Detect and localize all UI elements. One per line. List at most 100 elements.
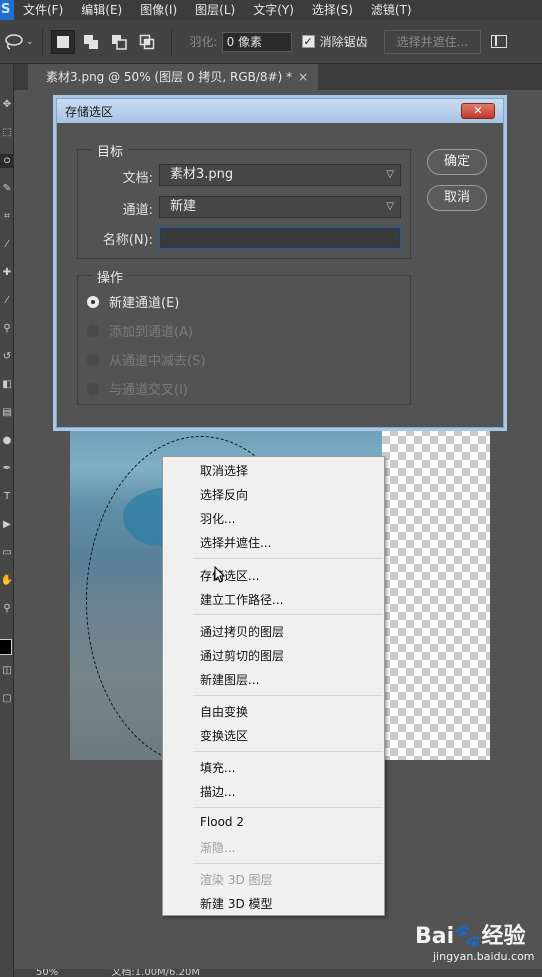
zoom-level: 50% xyxy=(36,969,59,977)
menu-item-layer-via-copy[interactable]: 通过拷贝的图层 xyxy=(200,623,284,640)
menu-image[interactable]: 图像(I) xyxy=(131,0,186,20)
name-input[interactable] xyxy=(159,227,401,249)
operation-group-title: 操作 xyxy=(92,267,129,286)
menu-item-fill[interactable]: 填充... xyxy=(200,759,235,776)
lasso-icon[interactable] xyxy=(4,31,24,53)
menu-item-fade: 渐隐... xyxy=(200,841,236,855)
baidu-jingyan-watermark: Bai🐾经验 jingyan.baidu.com xyxy=(415,918,535,970)
quick-mask-icon[interactable]: ◫ xyxy=(0,664,14,678)
menu-item-new-3d-model[interactable]: 新建 3D 模型 xyxy=(200,895,273,912)
menu-edit[interactable]: 编辑(E) xyxy=(72,0,131,20)
panel-icon[interactable] xyxy=(491,35,508,48)
pen-tool-icon[interactable]: ✒ xyxy=(0,462,14,476)
antialias-checkbox[interactable]: ✓ xyxy=(301,35,315,48)
cancel-button[interactable]: 取消 xyxy=(427,185,487,211)
photoshop-logo: S xyxy=(0,0,14,20)
channel-select-value: 新建 xyxy=(170,199,197,214)
add-selection-button[interactable] xyxy=(79,30,103,54)
dialog-close-button[interactable]: ✕ xyxy=(461,103,495,119)
options-bar: ⌄ 羽化: 0 像素 ✓ 消除锯齿 选择并遮住... xyxy=(0,20,542,64)
gradient-tool-icon[interactable]: ▤ xyxy=(0,406,14,420)
context-menu: 取消选择 选择反向 羽化... 选择并遮住... 存储选区... 建立工作路径.… xyxy=(162,456,385,916)
path-select-tool-icon[interactable]: ▶ xyxy=(0,518,14,532)
add-selection-icon xyxy=(83,34,98,49)
marquee-tool-icon[interactable]: ⬚ xyxy=(0,126,14,140)
menu-item-select-and-mask[interactable]: 选择并遮住... xyxy=(200,534,271,551)
move-tool-icon[interactable]: ✥ xyxy=(0,98,14,112)
menu-item-free-transform[interactable]: 自由变换 xyxy=(200,703,248,720)
radio-label: 与通道交叉(I) xyxy=(109,383,188,398)
dodge-tool-icon[interactable]: ● xyxy=(0,434,14,448)
radio-label: 新建通道(E) xyxy=(109,296,180,311)
menu-item-make-work-path[interactable]: 建立工作路径... xyxy=(200,591,283,608)
subtract-from-channel-option: 从通道中减去(S) xyxy=(87,350,205,369)
menu-filter[interactable]: 滤镜(T) xyxy=(362,0,421,20)
menu-item-stroke[interactable]: 描边... xyxy=(200,783,235,800)
radio-selected[interactable] xyxy=(87,295,99,308)
history-brush-tool-icon[interactable]: ↺ xyxy=(0,350,14,364)
antialias-label: 消除锯齿 xyxy=(319,35,368,49)
chevron-down-icon: ▽ xyxy=(386,201,394,212)
menu-divider xyxy=(193,751,383,752)
radio-unselected xyxy=(87,324,99,337)
document-tab[interactable]: 素材3.png @ 50% (图层 0 拷贝, RGB/8#) * × xyxy=(28,64,319,90)
divider xyxy=(170,28,172,55)
dialog-title: 存储选区 xyxy=(65,104,114,119)
add-to-channel-option: 添加到通道(A) xyxy=(87,321,193,340)
screen-mode-icon[interactable]: ▢ xyxy=(0,692,14,706)
ok-button[interactable]: 确定 xyxy=(427,149,487,175)
document-select[interactable]: 素材3.png ▽ xyxy=(159,164,401,186)
intersect-selection-button[interactable] xyxy=(135,30,159,54)
divider xyxy=(41,28,43,55)
shape-tool-icon[interactable]: ▭ xyxy=(0,546,14,560)
quick-select-tool-icon[interactable]: ✎ xyxy=(0,182,14,196)
feather-label: 羽化: xyxy=(189,35,218,49)
menu-item-select-inverse[interactable]: 选择反向 xyxy=(200,486,248,503)
stamp-tool-icon[interactable]: ⚲ xyxy=(0,322,14,336)
type-tool-icon[interactable]: T xyxy=(0,490,14,504)
menu-select[interactable]: 选择(S) xyxy=(303,0,362,20)
foreground-color-swatch[interactable] xyxy=(0,639,12,655)
feather-input[interactable]: 0 像素 xyxy=(221,31,292,52)
menu-item-transform-selection[interactable]: 变换选区 xyxy=(200,727,248,744)
menu-layer[interactable]: 图层(L) xyxy=(186,0,244,20)
name-label: 名称(N): xyxy=(102,233,153,248)
tools-panel: ✥ ⬚ ᴑ ✎ ⌗ ⁄ ✚ ⁄ ⚲ ↺ ◧ ▤ ● ✒ T ▶ ▭ ✋ ⚲ ◫ … xyxy=(0,64,14,977)
radio-unselected xyxy=(87,382,99,395)
menu-item-new-layer[interactable]: 新建图层... xyxy=(200,671,259,688)
select-and-mask-button[interactable]: 选择并遮住... xyxy=(383,29,482,54)
zoom-tool-icon[interactable]: ⚲ xyxy=(0,602,14,616)
menu-file[interactable]: 文件(F) xyxy=(14,0,72,20)
crop-tool-icon[interactable]: ⌗ xyxy=(0,210,14,224)
document-info: 文档:1.00M/6.20M xyxy=(111,969,200,977)
status-bar: 50% 文档:1.00M/6.20M xyxy=(14,969,542,977)
menu-item-flood[interactable]: Flood 2 xyxy=(200,815,244,829)
new-channel-option[interactable]: 新建通道(E) xyxy=(87,292,179,311)
menu-item-feather[interactable]: 羽化... xyxy=(200,510,235,527)
chevron-down-icon[interactable]: ⌄ xyxy=(26,31,34,53)
document-select-value: 素材3.png xyxy=(170,167,234,182)
eraser-tool-icon[interactable]: ◧ xyxy=(0,378,14,392)
radio-label: 从通道中减去(S) xyxy=(109,354,206,369)
menu-item-render-3d-layer: 渲染 3D 图层 xyxy=(200,873,273,887)
document-label: 文档: xyxy=(122,171,153,186)
channel-select[interactable]: 新建 ▽ xyxy=(159,196,401,218)
document-tab-bar: 素材3.png @ 50% (图层 0 拷贝, RGB/8#) * × xyxy=(14,64,542,90)
lasso-tool-icon[interactable]: ᴑ xyxy=(0,154,14,168)
hand-tool-icon[interactable]: ✋ xyxy=(0,574,14,588)
close-icon[interactable]: × xyxy=(298,70,308,84)
healing-tool-icon[interactable]: ✚ xyxy=(0,266,14,280)
watermark-url: jingyan.baidu.com xyxy=(433,950,535,963)
menu-type[interactable]: 文字(Y) xyxy=(244,0,303,20)
menu-divider xyxy=(193,807,383,808)
new-selection-button[interactable] xyxy=(50,29,75,54)
menu-item-deselect[interactable]: 取消选择 xyxy=(200,462,248,479)
subtract-selection-button[interactable] xyxy=(107,30,131,54)
channel-label: 通道: xyxy=(122,203,153,218)
eyedropper-tool-icon[interactable]: ⁄ xyxy=(0,238,14,252)
menu-item-layer-via-cut[interactable]: 通过剪切的图层 xyxy=(200,647,284,664)
radio-label: 添加到通道(A) xyxy=(109,325,194,340)
menu-item-save-selection[interactable]: 存储选区... xyxy=(200,567,259,584)
brush-tool-icon[interactable]: ⁄ xyxy=(0,294,14,308)
target-group-title: 目标 xyxy=(92,141,129,160)
